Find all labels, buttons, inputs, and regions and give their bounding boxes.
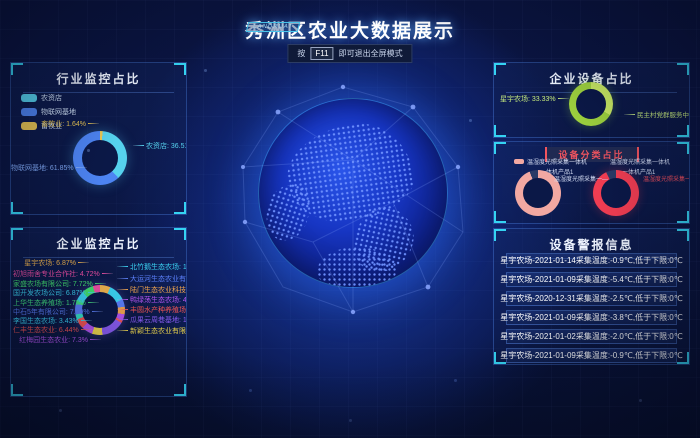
chart-label: 北竹鹅生态农场: 11.36% — [117, 264, 187, 272]
legend-item-wulianwang[interactable]: 物联网基地 — [21, 107, 76, 117]
chart-label: 畜牧业: 1.64% — [25, 121, 99, 129]
chart-label: 星宇农场: 6.87% — [13, 260, 89, 268]
chart-label: 农资店: 36.51% — [133, 143, 187, 151]
header: LANDRUAT 秀洲区农业大数据展示 — [0, 16, 700, 43]
donut-hole — [523, 178, 553, 208]
background-sparks — [0, 0, 1, 1]
device-class-panel: 设备分类占比 温湿度光照采集一体机 温湿度光照采集一体机 一体机产品1 一体机产… — [493, 141, 690, 224]
chart-label: 瓜果云周巷基地: 15.02% — [117, 317, 187, 325]
chart-label: 丰圆水产种养殖场: 1. — [117, 307, 187, 315]
f11-key-badge: F11 — [310, 47, 333, 60]
fullscreen-hint: 按 F11 即可退出全屏模式 — [287, 44, 412, 63]
industry-monitor-panel: 行业监控占比 农资店 物联网基地 畜牧业 畜牧业: 1.64% 农资店: 36.… — [10, 62, 187, 215]
chart-label: 家盛农场有限公司: 7.72% — [13, 281, 89, 289]
chart-label: 星宇农场: 33.33% — [500, 96, 566, 104]
brand-logo: LANDRUAT — [246, 22, 300, 32]
donut-hole — [82, 140, 118, 176]
alarm-row: 星宇农场-2021-01-09采集温度:-5.4℃,低于下限:0℃ — [506, 272, 677, 287]
chart-label: 物联网基地: 61.85% — [11, 165, 71, 173]
device-donut-chart[interactable] — [569, 82, 613, 126]
chart-label: 鸭绿荡生态农场: 4.29 — [117, 297, 187, 305]
chart-label: 上华生态养殖场: 1.72% — [13, 300, 89, 308]
chart-label: 红梅园生态农业: 7.3% — [13, 337, 101, 345]
legend-swatch — [514, 159, 524, 164]
legend-item-nongzidian[interactable]: 农资店 — [21, 93, 76, 103]
chart-label: 李国生态农场: 3.43% — [13, 318, 89, 326]
chart-label: 国开发农场公司: 6.87% — [13, 290, 89, 298]
alarm-row: 星宇农场-2020-12-31采集温度:-2.5℃,低于下限:0℃ — [506, 291, 677, 306]
legend-swatch — [597, 159, 607, 164]
legend-swatch — [21, 108, 37, 116]
enterprise-monitor-panel: 企业监控占比 星宇农场: 6.87% 初旭雨舍专业合作社: 4.72% 家盛农场… — [10, 227, 187, 397]
device-alarm-panel: 设备警报信息 星宇农场-2021-01-14采集温度:-0.9℃,低于下限:0℃… — [493, 228, 690, 365]
chart-label: 陆门生态农业科技有限公 — [117, 287, 187, 295]
legend-label: 温湿度光照采集一体机 — [527, 157, 587, 166]
dashboard-stage: LANDRUAT 秀洲区农业大数据展示 按 F11 即可退出全屏模式 行业监控占… — [0, 0, 700, 438]
enterprise-device-panel: 企业设备占比 星宇农场: 33.33% 民主村党群服务中心: — [493, 62, 690, 138]
hint-suffix: 即可退出全屏模式 — [339, 48, 403, 59]
industry-donut-chart[interactable] — [73, 131, 127, 185]
donut-hole — [576, 89, 606, 119]
chart-label: 新颖生态农业有限公司: 6.87 — [117, 328, 187, 336]
alarm-row: 星宇农场-2021-01-14采集温度:-0.9℃,低于下限:0℃ — [506, 253, 677, 268]
alarm-row: 星宇农场-2021-01-02采集温度:-2.0℃,低于下限:0℃ — [506, 329, 677, 344]
alarm-row: 星宇农场-2021-01-09采集温度:-0.9℃,低于下限:0℃ — [506, 348, 677, 363]
chart-label: 初旭雨舍专业合作社: 4.72% — [13, 271, 89, 279]
legend-swatch — [21, 94, 37, 102]
legend-item-left[interactable]: 温湿度光照采集一体机 — [514, 157, 587, 166]
legend-item-right[interactable]: 温湿度光照采集一体机 — [597, 157, 670, 166]
panel-title: 行业监控占比 — [23, 63, 174, 93]
chart-label: 仁丰生态农业: 6.44% — [13, 327, 89, 335]
alarm-row: 星宇农场-2021-01-09采集温度:-3.8℃,低于下限:0℃ — [506, 310, 677, 325]
chart-label: 温湿度光照采集一— — [643, 174, 690, 183]
hint-prefix: 按 — [297, 48, 305, 59]
chart-label: 大运河生态农业有限责任公 — [117, 276, 187, 284]
continent-dots — [317, 247, 397, 288]
globe — [258, 98, 448, 288]
panel-title: 企业监控占比 — [23, 228, 174, 258]
legend-label: 物联网基地 — [41, 107, 76, 117]
legend-label: 农资店 — [41, 93, 62, 103]
legend-label: 温湿度光照采集一体机 — [610, 157, 670, 166]
chart-label: 中石5年有限公司: 7.29% — [13, 309, 89, 317]
chart-label: 民主村党群服务中心: — [624, 112, 690, 119]
chart-label: 温湿度光照采集一— — [554, 174, 608, 183]
